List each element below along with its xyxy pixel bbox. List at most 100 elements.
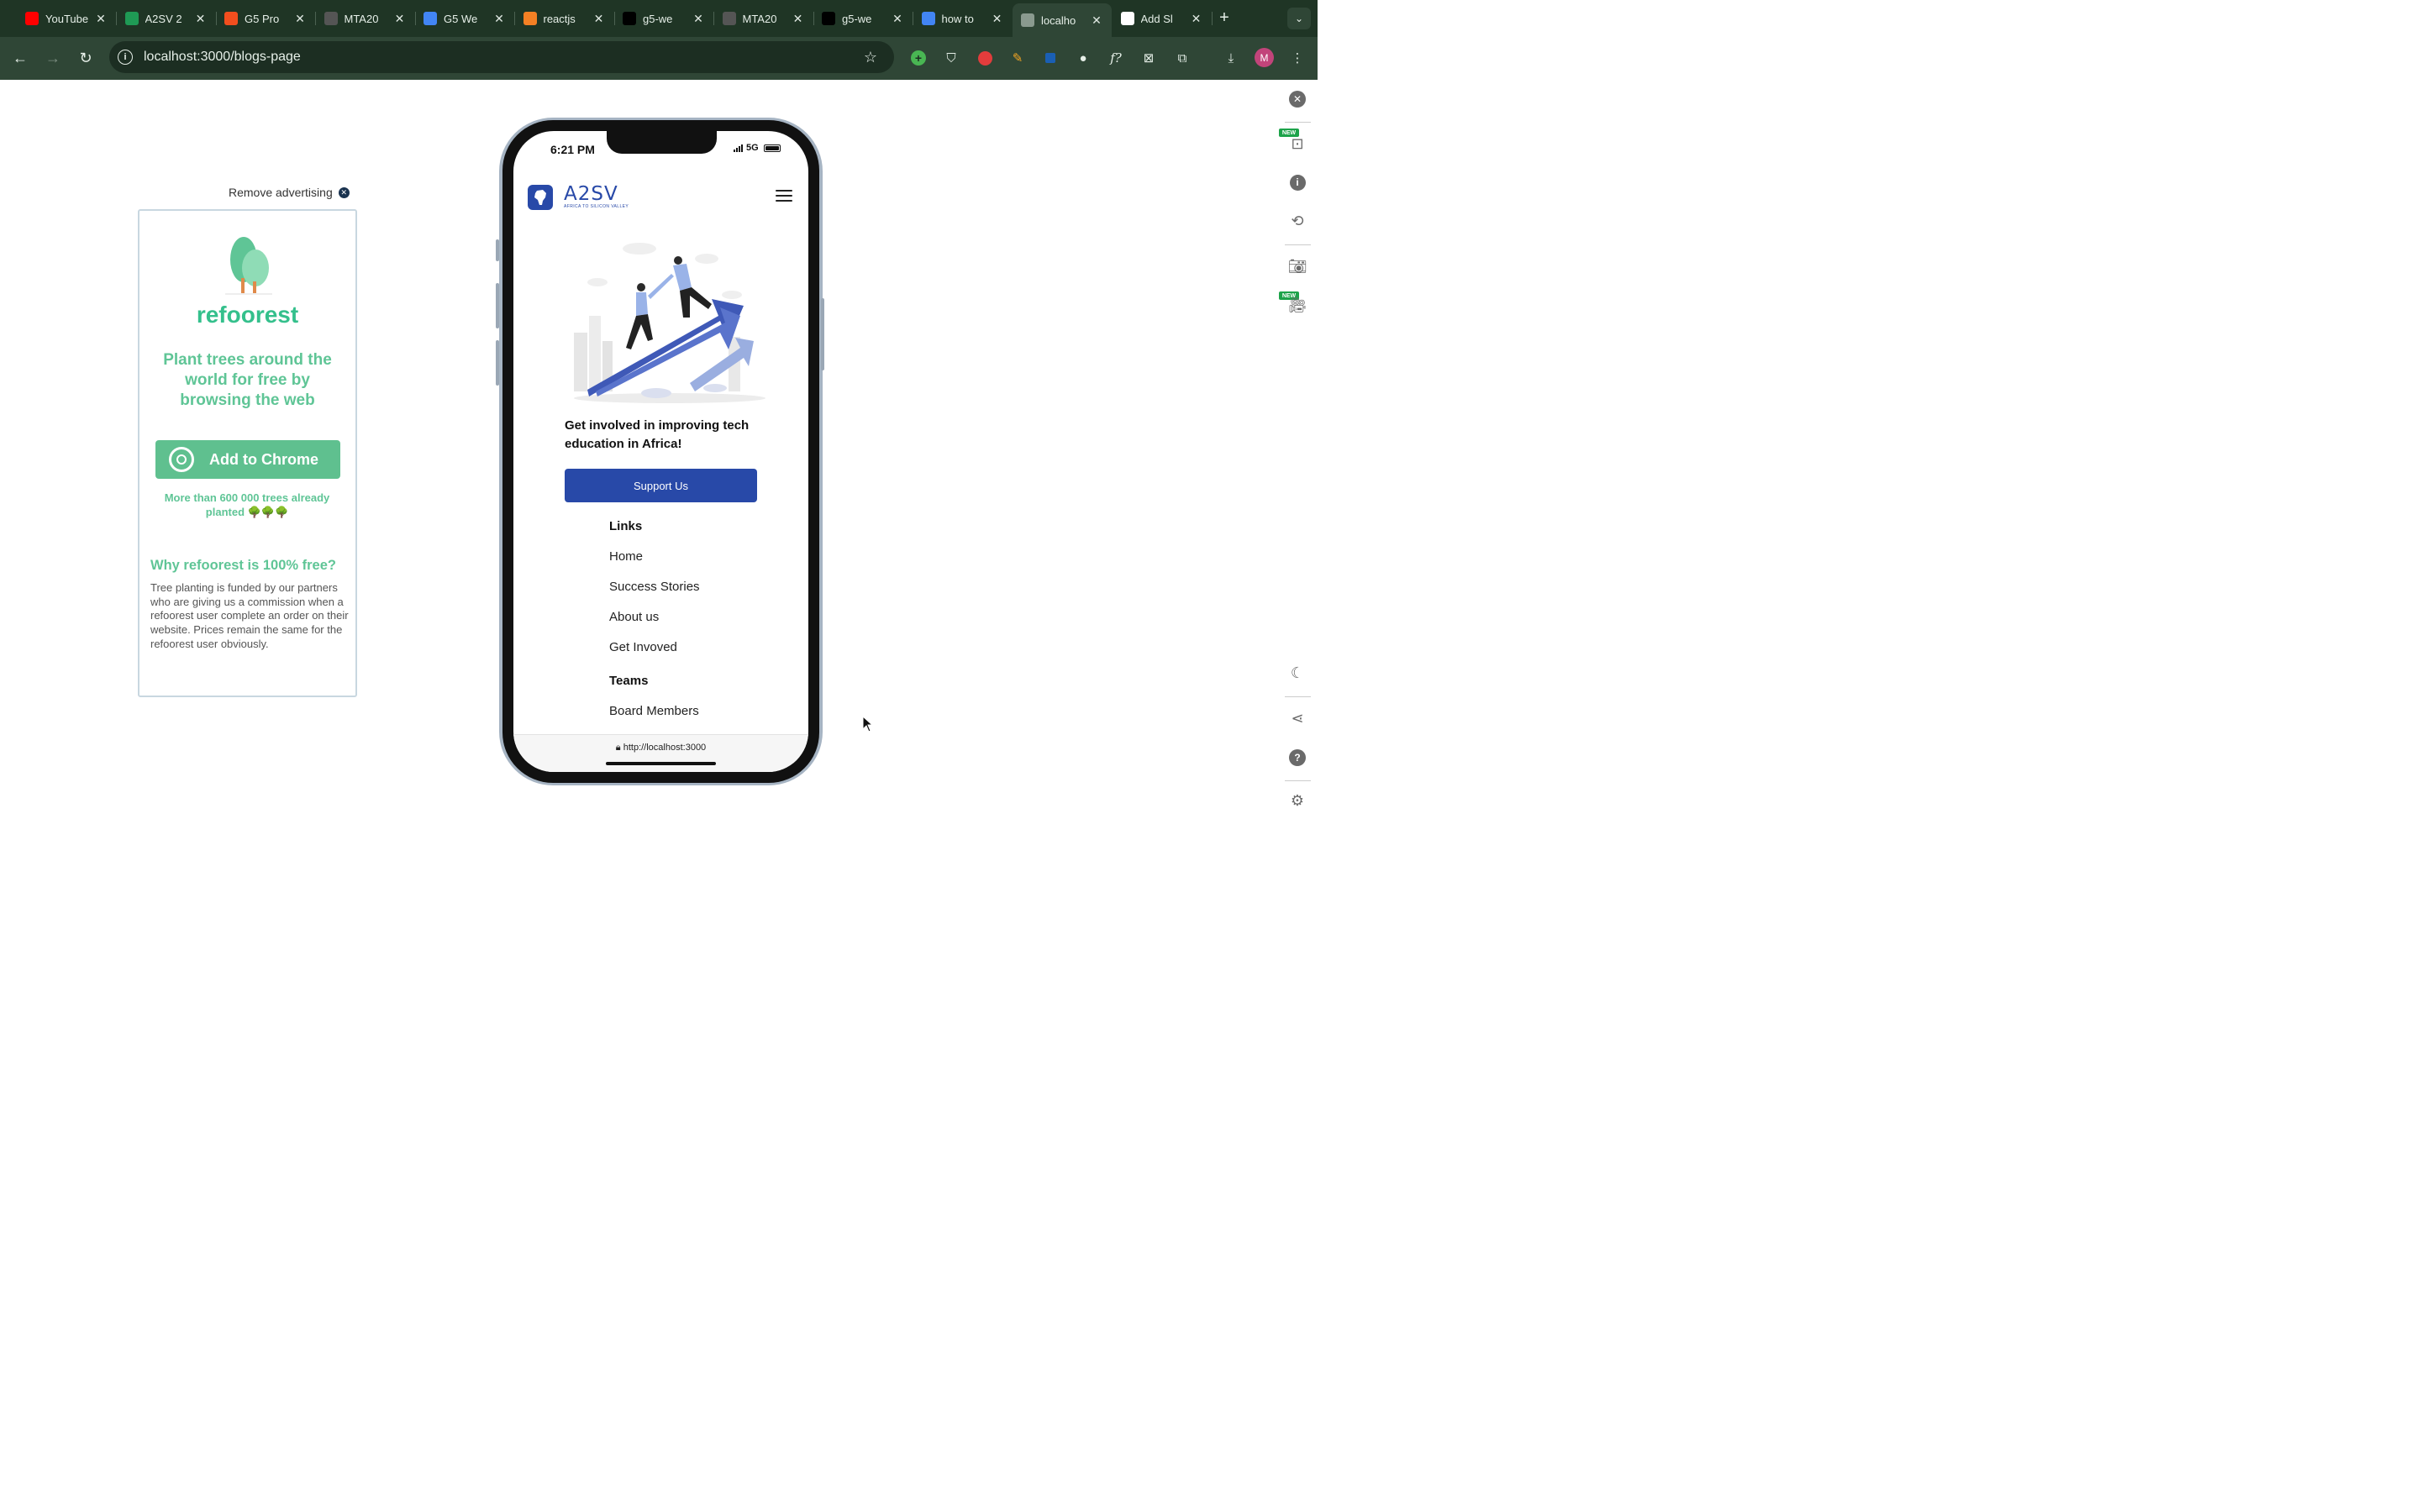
side-panel-divider (1285, 780, 1311, 781)
close-tab-icon[interactable]: ✕ (1190, 12, 1203, 26)
extension-adblock-icon[interactable] (975, 48, 995, 68)
close-tab-icon[interactable]: ✕ (1090, 13, 1103, 28)
browser-tab[interactable]: localho ✕ (1013, 3, 1112, 37)
close-tab-icon[interactable]: ✕ (692, 12, 705, 26)
browser-tab[interactable]: Add Sl ✕ (1113, 5, 1213, 32)
tab-title: Add Sl (1140, 12, 1173, 25)
remove-advertising-link[interactable]: Remove advertising ✕ (229, 186, 350, 199)
links-heading: Links (609, 519, 643, 533)
extension-spreadsheet-icon[interactable]: ⊠ (1139, 48, 1159, 68)
extension-fx-icon[interactable]: f? (1106, 48, 1126, 68)
add-to-chrome-label: Add to Chrome (209, 450, 318, 468)
responsive-devices-icon[interactable]: ⊡ (1287, 134, 1307, 154)
extensions-puzzle-icon[interactable]: ⧉ (1172, 48, 1192, 68)
reload-button[interactable]: ↻ (75, 47, 97, 69)
climbing-arrow-illustration (574, 243, 765, 403)
footer-link-success-stories[interactable]: Success Stories (609, 580, 700, 594)
forward-button[interactable]: → (42, 47, 64, 69)
help-icon[interactable]: ? (1287, 748, 1307, 768)
profile-avatar[interactable]: M (1255, 48, 1274, 67)
browser-tab[interactable]: G5 We ✕ (415, 5, 515, 32)
a2sv-africa-logo-icon[interactable] (528, 185, 553, 210)
footer-link-board-members[interactable]: Board Members (609, 704, 699, 718)
tab-title: g5-we (842, 12, 872, 25)
browser-tab[interactable]: reactjs ✕ (515, 5, 615, 32)
phone-silent-switch (496, 239, 499, 261)
browser-menu-icon[interactable]: ⋮ (1287, 48, 1307, 68)
settings-gear-icon[interactable]: ⚙ (1287, 790, 1307, 811)
close-tab-icon[interactable]: ✕ (592, 12, 606, 26)
tab-strip: YouTube ✕ A2SV 2 ✕ G5 Pro ✕ MTA20 ✕ G5 We ✕ reactj… (0, 0, 1318, 37)
openai-icon (1120, 12, 1134, 25)
github-icon (722, 12, 736, 25)
stackoverflow-icon (523, 12, 537, 25)
footer-link-get-involved[interactable]: Get Invoved (609, 640, 677, 654)
vercel-icon (623, 12, 636, 25)
close-tab-icon[interactable]: ✕ (393, 12, 407, 26)
extension-plus-icon[interactable]: + (908, 48, 929, 68)
close-tab-icon[interactable]: ✕ (792, 12, 805, 26)
close-tab-icon[interactable]: ✕ (891, 12, 904, 26)
hamburger-menu-icon[interactable] (776, 190, 792, 202)
browser-tab[interactable]: g5-we ✕ (614, 5, 714, 32)
browser-toolbar: ← → ↻ i localhost:3000/blogs-page ☆ + ⛉ … (0, 37, 1318, 80)
a2sv-logo-text[interactable]: A2SV (564, 183, 618, 205)
browser-tab[interactable]: how to ✕ (913, 5, 1013, 32)
browser-tab[interactable]: g5-we ✕ (813, 5, 913, 32)
phone-volume-up (496, 283, 499, 328)
download-icon[interactable]: ⤓ (1221, 48, 1241, 68)
tab-title: reactjs (543, 12, 576, 25)
browser-tab[interactable]: MTA20 ✕ (316, 5, 416, 32)
browser-tab[interactable]: MTA20 ✕ (714, 5, 814, 32)
teams-heading: Teams (609, 674, 649, 688)
close-panel-icon[interactable]: ✕ (1287, 89, 1307, 109)
extension-mic-icon[interactable]: ● (1073, 48, 1093, 68)
google-icon (921, 12, 935, 25)
hero-tagline: Get involved in improving tech education… (565, 418, 750, 451)
screenshot-camera-icon[interactable]: 📷︎ (1287, 256, 1307, 276)
tab-title: YouTube (45, 12, 89, 25)
chrome-icon (169, 447, 194, 472)
battery-icon (763, 144, 781, 152)
extension-pencil-icon[interactable]: ✎ (1007, 48, 1028, 68)
footer-link-about-us[interactable]: About us (609, 610, 659, 624)
remove-advertising-label[interactable]: Remove advertising (229, 186, 333, 199)
support-us-button[interactable]: Support Us (565, 469, 757, 502)
browser-tab[interactable]: YouTube ✕ (17, 5, 117, 32)
refoorest-ad: refoorest Plant trees around the world f… (138, 209, 357, 697)
google-docs-icon (424, 12, 437, 25)
figma-icon (224, 12, 238, 25)
close-tab-icon[interactable]: ✕ (991, 12, 1004, 26)
browser-tab[interactable]: A2SV 2 ✕ (117, 5, 217, 32)
phone-power-button (821, 298, 824, 370)
close-tab-icon[interactable]: ✕ (94, 12, 108, 26)
phone-url-text: http://localhost:3000 (623, 743, 707, 753)
share-icon[interactable]: ⋖ (1287, 708, 1307, 728)
status-time: 6:21 PM (550, 143, 595, 156)
close-tab-icon[interactable]: ✕ (293, 12, 307, 26)
info-icon[interactable]: i (1287, 172, 1307, 192)
footer-link-home[interactable]: Home (609, 549, 643, 564)
page-content: Remove advertising ✕ refoorest Plant tre… (0, 80, 1318, 823)
dark-mode-moon-icon[interactable]: ☾ (1287, 663, 1307, 683)
back-button[interactable]: ← (9, 47, 31, 69)
close-tab-icon[interactable]: ✕ (492, 12, 506, 26)
close-tab-icon[interactable]: ✕ (194, 12, 208, 26)
browser-tab[interactable]: G5 Pro ✕ (216, 5, 316, 32)
new-tab-button[interactable]: + (1215, 8, 1234, 28)
address-bar[interactable]: i localhost:3000/blogs-page ☆ (109, 41, 894, 73)
a2sv-logo-tagline: AFRICA TO SILICON VALLEY (564, 204, 629, 209)
close-ad-icon[interactable]: ✕ (338, 186, 350, 198)
tab-search-button[interactable]: ⌄ (1287, 8, 1311, 29)
extension-dropper-icon[interactable] (1040, 48, 1060, 68)
rotate-icon[interactable]: ⟲ (1287, 211, 1307, 231)
video-record-icon[interactable]: 🎥︎ (1287, 295, 1307, 315)
vercel-icon (822, 12, 835, 25)
bookmark-star-icon[interactable]: ☆ (860, 49, 881, 66)
url-text[interactable]: localhost:3000/blogs-page (144, 50, 860, 65)
tab-separator (1211, 12, 1213, 25)
site-info-icon[interactable]: i (118, 50, 133, 65)
add-to-chrome-button[interactable]: Add to Chrome (155, 440, 340, 479)
side-panel-divider (1285, 122, 1311, 123)
extension-shield-icon[interactable]: ⛉ (941, 48, 961, 68)
